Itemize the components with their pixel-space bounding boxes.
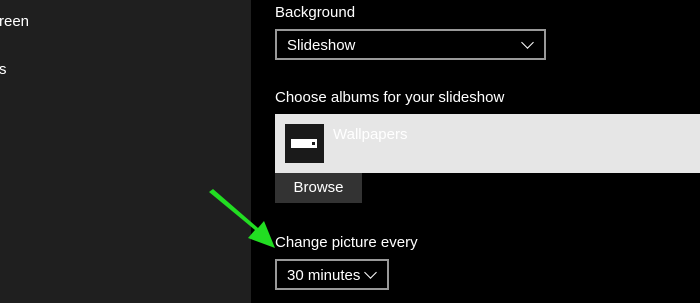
albums-label: Choose albums for your slideshow (275, 89, 505, 106)
annotation-arrow-icon (209, 189, 275, 248)
album-name: Wallpapers (333, 126, 408, 143)
background-label: Background (275, 4, 356, 21)
album-list-item[interactable]: Wallpapers (275, 114, 700, 173)
interval-dropdown-value: 30 minutes (287, 267, 361, 284)
browse-button[interactable]: Browse (275, 173, 362, 203)
sidebar-item-themes[interactable]: s (0, 61, 7, 78)
background-dropdown-value: Slideshow (287, 37, 356, 54)
change-picture-label: Change picture every (275, 234, 418, 251)
background-dropdown[interactable]: Slideshow (275, 29, 546, 60)
chevron-down-icon (521, 36, 534, 49)
folder-icon (285, 124, 324, 163)
chevron-down-icon (364, 266, 377, 279)
settings-window: reen s Background Slideshow Choose album… (0, 0, 700, 303)
sidebar: reen s (0, 0, 251, 303)
interval-dropdown[interactable]: 30 minutes (275, 259, 389, 290)
sidebar-item-lock-screen[interactable]: reen (0, 13, 29, 30)
